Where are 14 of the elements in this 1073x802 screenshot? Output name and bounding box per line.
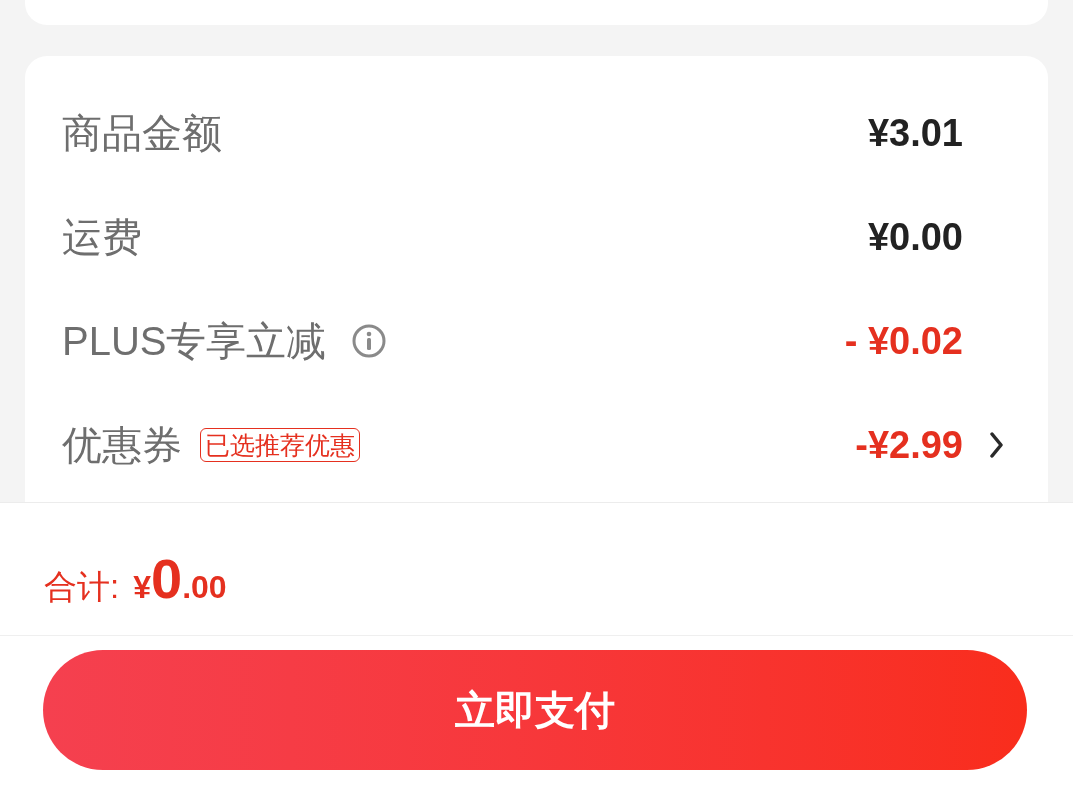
row-label: 运费 [62,217,142,257]
total-amount: ¥0.00 [133,551,227,607]
amount-value: - ¥0.02 [844,322,963,360]
pay-now-button[interactable]: 立即支付 [43,650,1027,770]
coupon-tag: 已选推荐优惠 [200,428,360,462]
amount-value: ¥0.00 [867,218,963,256]
row-label: 优惠券 [62,425,182,465]
amount-value: ¥3.01 [867,114,963,152]
chevron-right-icon[interactable] [990,432,1004,458]
total-label: 合计: [44,570,120,603]
row-label: 商品金额 [62,113,222,153]
info-icon[interactable] [351,324,386,358]
amount-value: -¥2.99 [855,426,963,464]
row-label: PLUS专享立减 [62,321,327,361]
